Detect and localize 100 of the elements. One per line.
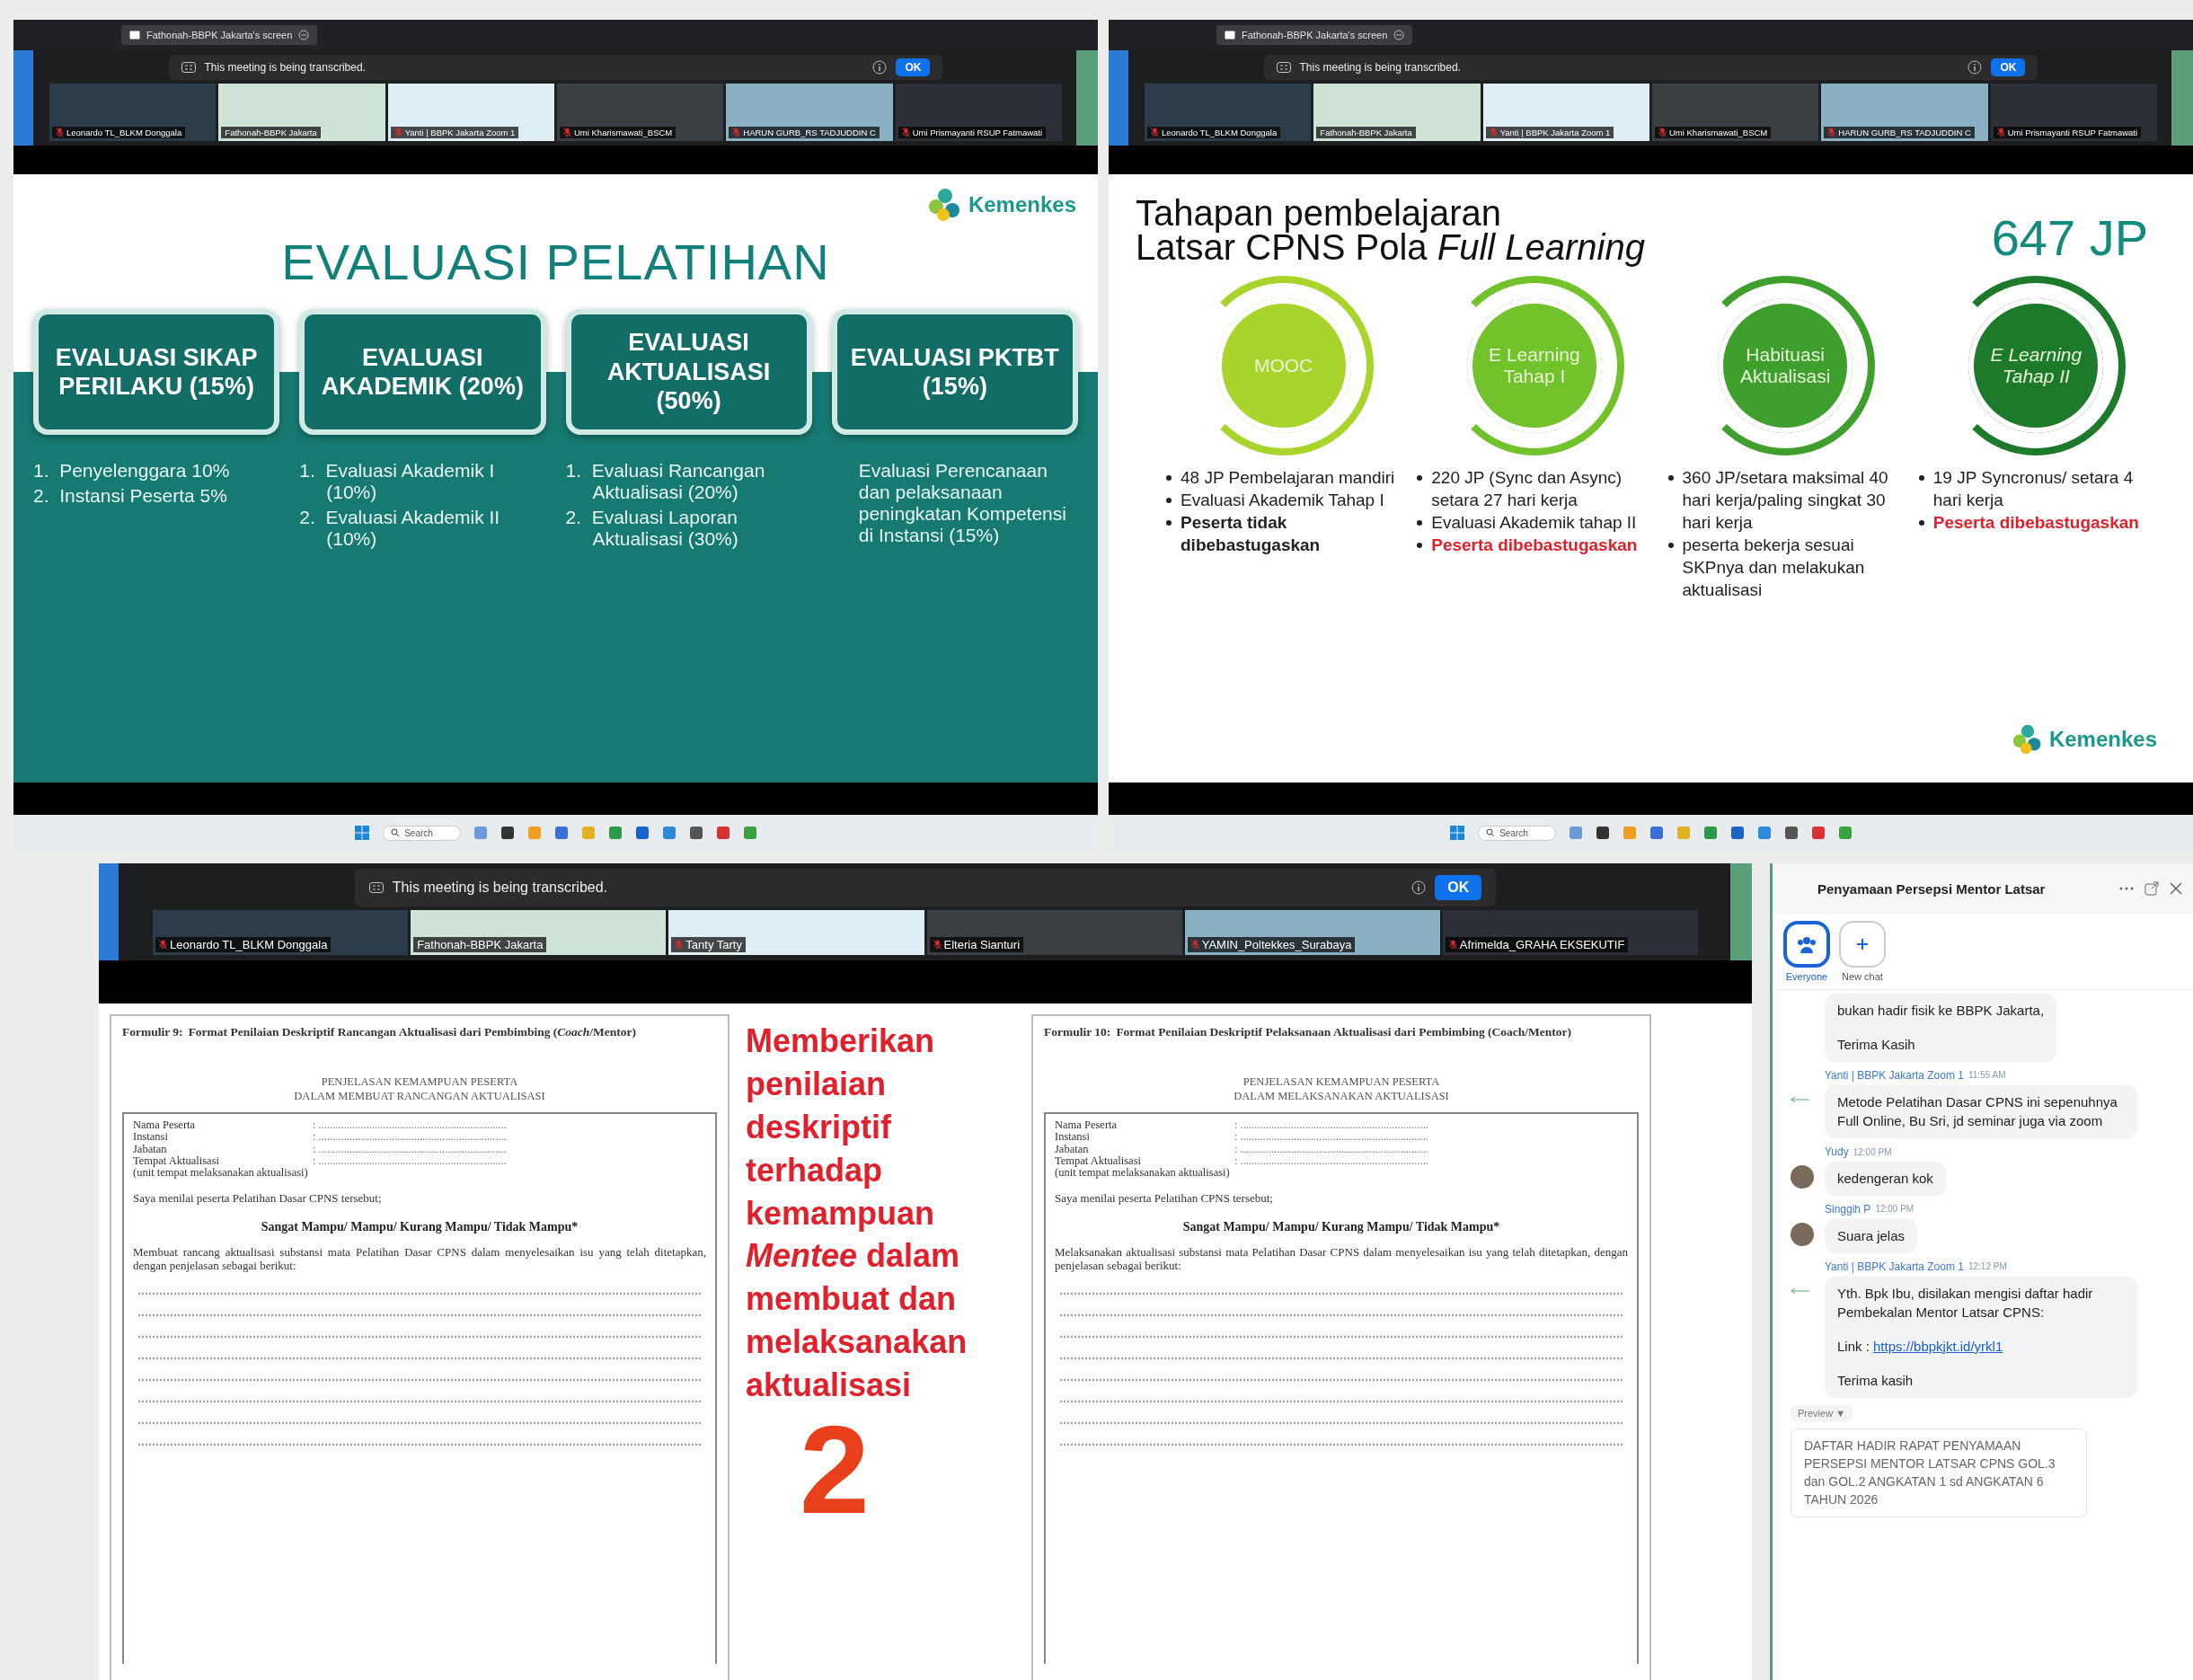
link-label: Link : xyxy=(1837,1339,1870,1354)
video-tile[interactable]: Fathonah-BBPK Jakarta xyxy=(411,910,667,955)
screen-share-tab[interactable]: Fathonah-BBPK Jakarta's screen xyxy=(1216,25,1413,45)
more-icon[interactable] xyxy=(2119,887,2134,890)
video-tile[interactable]: HARUN GURB_RS TADJUDDIN C xyxy=(726,84,893,141)
sender-name: Yanti | BBPK Jakarta Zoom 1 xyxy=(1825,1068,1964,1082)
video-tile[interactable]: Fathonah-BBPK Jakarta xyxy=(218,84,385,141)
participant-name: Leonardo TL_BLKM Donggala xyxy=(1147,127,1281,138)
close-icon[interactable] xyxy=(2170,882,2182,895)
taskbar-app-icon[interactable] xyxy=(1783,826,1799,840)
video-tile[interactable]: Yanti | BBPK Jakarta Zoom 1 xyxy=(1482,84,1649,141)
bullet-item: 220 JP (Sync dan Async) setara 27 hari kerja xyxy=(1413,466,1656,512)
screen-share-tab[interactable]: Fathonah-BBPK Jakarta's screen xyxy=(121,25,318,45)
participant-name: YAMIN_Poltekkes_Surabaya xyxy=(1187,937,1356,952)
form-description: Melaksanakan aktualisasi substansi mata Pelatihan Dasar CPNS dalam menyelesaikan isu yang telah ditetapkan, dengan penjelasan sebagai berikut: xyxy=(1055,1244,1628,1274)
fill-in-line: : ................................................................... xyxy=(313,1143,507,1155)
bullet-item: Peserta dibebastugaskan xyxy=(1914,511,2157,535)
message-time: 12:00 PM xyxy=(1853,1146,1892,1157)
stage-circle: MOOC xyxy=(1216,298,1351,433)
video-tile[interactable]: Afrimelda_GRAHA EKSEKUTIF xyxy=(1442,910,1699,955)
total-hours: 647 JP xyxy=(1991,208,2148,267)
list-item: Evaluasi Perencanaan dan pelaksanaan peningkatan Kompetensi di Instansi (15%) xyxy=(857,460,1067,547)
form-heading: PENJELASAN KEMAMPUAN PESERTA xyxy=(1242,1075,1441,1090)
video-tile[interactable]: Leonardo TL_BLKM Donggala xyxy=(1145,84,1312,141)
taskbar-app-icon[interactable] xyxy=(500,826,515,840)
participant-name: Fathonah-BBPK Jakarta xyxy=(221,127,321,138)
banner-text: This meeting is being transcribed. xyxy=(1299,61,1462,74)
message-link[interactable]: https://bbpkjkt.id/yrkl1 xyxy=(1873,1339,2003,1354)
video-tile[interactable]: Umi Kharismawati_BSCM xyxy=(557,84,724,141)
field-label: Tempat Aktualisasi xyxy=(1055,1154,1142,1167)
banner-text: This meeting is being transcribed. xyxy=(204,61,367,74)
windows-start-icon[interactable] xyxy=(1449,825,1466,841)
video-tile[interactable]: Leonardo TL_BLKM Donggala xyxy=(49,84,217,141)
participant-name: Umi Kharismawati_BSCM xyxy=(560,127,676,138)
video-tile[interactable]: YAMIN_Poltekkes_Surabaya xyxy=(1184,910,1440,955)
video-tile[interactable]: Umi Prismayanti RSUP Fatmawati xyxy=(1990,84,2157,141)
field-note: (unit tempat melaksanakan aktualisasi) xyxy=(133,1166,309,1179)
stage-circle: E Learning Tahap I xyxy=(1466,298,1602,433)
video-tile[interactable]: Yanti | BBPK Jakarta Zoom 1 xyxy=(387,84,554,141)
info-icon[interactable] xyxy=(872,60,888,75)
participant-name: Leonardo TL_BLKM Donggala xyxy=(155,937,332,952)
stage-circle: Habituasi Aktualisasi xyxy=(1718,298,1853,433)
video-tile[interactable]: Leonardo TL_BLKM Donggala xyxy=(153,910,409,955)
video-tile[interactable]: Tanty Tarty xyxy=(668,910,924,955)
fill-in-line: : ................................................................... xyxy=(313,1119,507,1132)
ok-button[interactable]: OK xyxy=(1435,875,1482,900)
video-tile[interactable]: HARUN GURB_RS TADJUDDIN C xyxy=(1821,84,1988,141)
form-title: Format Penilaian Deskriptif Pelaksanaan Aktualisasi dari Pembimbing (Coach/Mentor) xyxy=(1116,1025,1571,1039)
muted-mic-icon xyxy=(1190,940,1199,950)
step-number: 2 xyxy=(800,1406,871,1533)
rating-options: Sangat Mampu/ Mampu/ Kurang Mampu/ Tidak Mampu* xyxy=(133,1219,706,1234)
pop-out-icon[interactable] xyxy=(2144,881,2159,896)
participant-name: Fathonah-BBPK Jakarta xyxy=(413,937,547,952)
plus-icon xyxy=(1856,938,1869,951)
list-item: 2. Evaluasi Laporan Aktualisasi (30%) xyxy=(565,507,739,551)
callout-text: Memberikan penilaian deskriptif terhadap kemampuan Mentee dalam membuat dan melaksanakan aktualisasi xyxy=(746,1021,968,1405)
fill-in-line: : ................................................................... xyxy=(313,1131,507,1144)
ok-button[interactable]: OK xyxy=(896,58,931,76)
field-note: (unit tempat melaksanakan aktualisasi) xyxy=(1055,1166,1231,1179)
info-icon[interactable] xyxy=(1411,880,1427,895)
windows-start-icon[interactable] xyxy=(354,825,371,841)
reply-arrow-icon xyxy=(1791,1287,1810,1295)
taskbar-app-icon[interactable] xyxy=(1729,826,1745,840)
muted-mic-icon xyxy=(901,128,910,137)
participant-name: Umi Prismayanti RSUP Fatmawati xyxy=(898,127,1047,138)
info-icon[interactable] xyxy=(1968,60,1983,75)
form-number: Formulir 10: xyxy=(1044,1025,1111,1039)
participant-name: Yanti | BBPK Jakarta Zoom 1 xyxy=(1485,127,1614,138)
muted-mic-icon xyxy=(563,128,571,137)
taskbar-app-icon[interactable] xyxy=(688,826,703,840)
participant-name: Leonardo TL_BLKM Donggala xyxy=(52,127,186,138)
taskbar-app-icon[interactable] xyxy=(634,826,650,840)
participant-name: HARUN GURB_RS TADJUDDIN C xyxy=(729,127,880,138)
message-time: 12:12 PM xyxy=(1968,1261,2007,1271)
participant-name: HARUN GURB_RS TADJUDDIN C xyxy=(1824,127,1975,138)
search-field[interactable]: Search xyxy=(1478,825,1556,841)
search-field[interactable]: Search xyxy=(383,825,461,841)
chat-title: Penyamaan Persepsi Mentor Latsar xyxy=(1817,880,2047,897)
logo-text: Kemenkes xyxy=(968,192,1076,217)
muted-mic-icon xyxy=(1489,128,1498,137)
participant-name: Umi Prismayanti RSUP Fatmawati xyxy=(1993,127,2142,138)
video-tile[interactable]: Fathonah-BBPK Jakarta xyxy=(1313,84,1481,141)
form-heading: PENJELASAN KEMAMPUAN PESERTA xyxy=(320,1075,519,1090)
category-card: EVALUASI AKADEMIK (20%) xyxy=(299,309,546,435)
muted-mic-icon xyxy=(933,940,942,950)
captions-icon xyxy=(368,882,384,893)
preview-toggle[interactable]: Preview ▼ xyxy=(1791,1404,1853,1421)
message-text: kedengeran kok xyxy=(1837,1170,1933,1188)
group-icon xyxy=(1797,935,1817,953)
participant-name: Afrimelda_GRAHA EKSEKUTIF xyxy=(1445,937,1629,952)
taskbar-app-icon[interactable] xyxy=(1595,826,1610,840)
muted-mic-icon xyxy=(1996,128,2005,137)
category-card: EVALUASI AKTUALISASI (50%) xyxy=(565,309,812,435)
video-tile[interactable]: Umi Kharismawati_BSCM xyxy=(1652,84,1819,141)
search-icon xyxy=(391,828,401,837)
ok-button[interactable]: OK xyxy=(1991,58,2026,76)
video-tile[interactable]: Elteria Sianturi xyxy=(926,910,1182,955)
sender-name: Yanti | BBPK Jakarta Zoom 1 xyxy=(1825,1260,1964,1273)
participant-name: Fathonah-BBPK Jakarta xyxy=(1316,127,1416,138)
video-tile[interactable]: Umi Prismayanti RSUP Fatmawati xyxy=(895,84,1062,141)
